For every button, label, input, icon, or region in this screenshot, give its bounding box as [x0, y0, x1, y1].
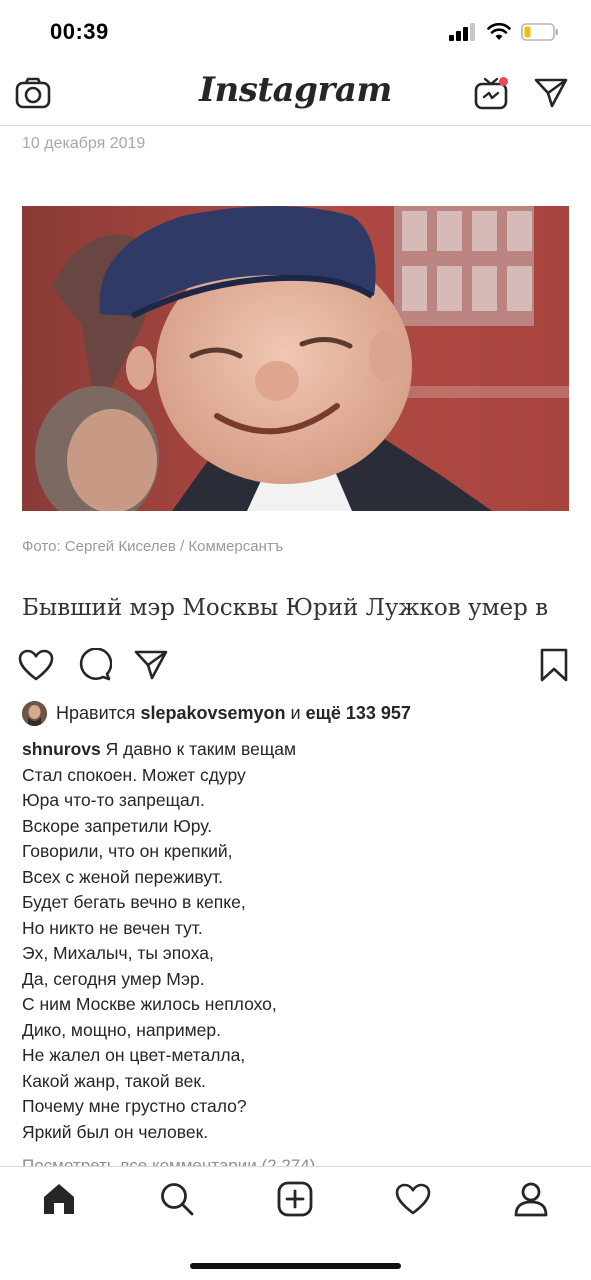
likes-summary[interactable]: Нравится slepakovsemyon и ещё 133 957	[22, 700, 411, 726]
home-icon[interactable]	[39, 1179, 79, 1219]
save-bookmark-icon[interactable]	[535, 646, 573, 684]
photo-credit: Фото: Сергей Киселев / Коммерсантъ	[22, 538, 284, 555]
article-headline: Бывший мэр Москвы Юрий Лужков умер в	[22, 595, 549, 621]
caption-line: Яркий был он человек.	[22, 1121, 209, 1142]
profile-icon[interactable]	[511, 1179, 551, 1219]
caption-line: Всех с женой переживут.	[22, 866, 224, 887]
caption-line: Почему мне грустно стало?	[22, 1096, 247, 1116]
status-bar: 00:39	[0, 0, 591, 62]
caption-line: Говорили, что он крепкий,	[22, 841, 233, 861]
status-time: 00:39	[50, 19, 109, 44]
home-indicator	[190, 1263, 401, 1269]
caption-line: Вскоре запретили Юру.	[22, 815, 213, 836]
share-icon[interactable]	[132, 646, 170, 684]
caption-line: С ним Москве жилось неплохо,	[22, 994, 277, 1014]
caption-line: Да, сегодня умер Мэр.	[22, 968, 205, 989]
igtv-icon[interactable]	[472, 74, 510, 112]
likes-conjunction: и	[290, 702, 301, 723]
caption-line: Будет бегать вечно в кепке,	[22, 892, 246, 912]
comment-icon[interactable]	[76, 646, 114, 684]
status-icons	[449, 22, 559, 42]
caption-line: Юра что-то запрещал.	[22, 790, 205, 810]
liker-avatar	[22, 700, 47, 726]
cellular-signal-icon	[449, 23, 475, 41]
article-photo	[22, 206, 569, 511]
wifi-icon	[487, 23, 511, 40]
direct-message-icon[interactable]	[532, 74, 570, 112]
caption-line: Но никто не вечен тут.	[22, 917, 203, 938]
liker-username[interactable]: slepakovsemyon	[140, 703, 285, 724]
like-heart-icon[interactable]	[17, 646, 55, 684]
caption-username[interactable]: shnurovs	[22, 739, 101, 759]
post-media[interactable]: 10 декабря 2019 Фото: Сергей Киселев / К…	[0, 127, 591, 640]
new-post-icon[interactable]	[275, 1179, 315, 1219]
caption-line: Эх, Михалыч, ты эпоха,	[22, 943, 214, 963]
notification-dot	[499, 77, 508, 86]
caption-line: shnurovs Я давно к таким вещам	[22, 739, 297, 759]
post-caption: shnurovs Я давно к таким вещам Стал спок…	[22, 737, 572, 1145]
article-date: 10 декабря 2019	[22, 135, 146, 152]
caption-line: Дико, мощно, например.	[22, 1019, 221, 1040]
bottom-tab-bar	[0, 1166, 591, 1280]
post-action-bar	[0, 640, 591, 690]
caption-line: Стал спокоен. Может сдуру	[22, 764, 246, 785]
likes-count[interactable]: ещё 133 957	[306, 703, 411, 724]
app-header: Instagram	[0, 62, 591, 126]
caption-line: Какой жанр, такой век.	[22, 1070, 206, 1091]
likes-prefix: Нравится	[56, 702, 136, 723]
caption-line: Не жалел он цвет-металла,	[22, 1045, 246, 1065]
battery-icon	[521, 23, 558, 41]
search-icon[interactable]	[157, 1179, 197, 1219]
activity-heart-icon[interactable]	[393, 1179, 433, 1219]
